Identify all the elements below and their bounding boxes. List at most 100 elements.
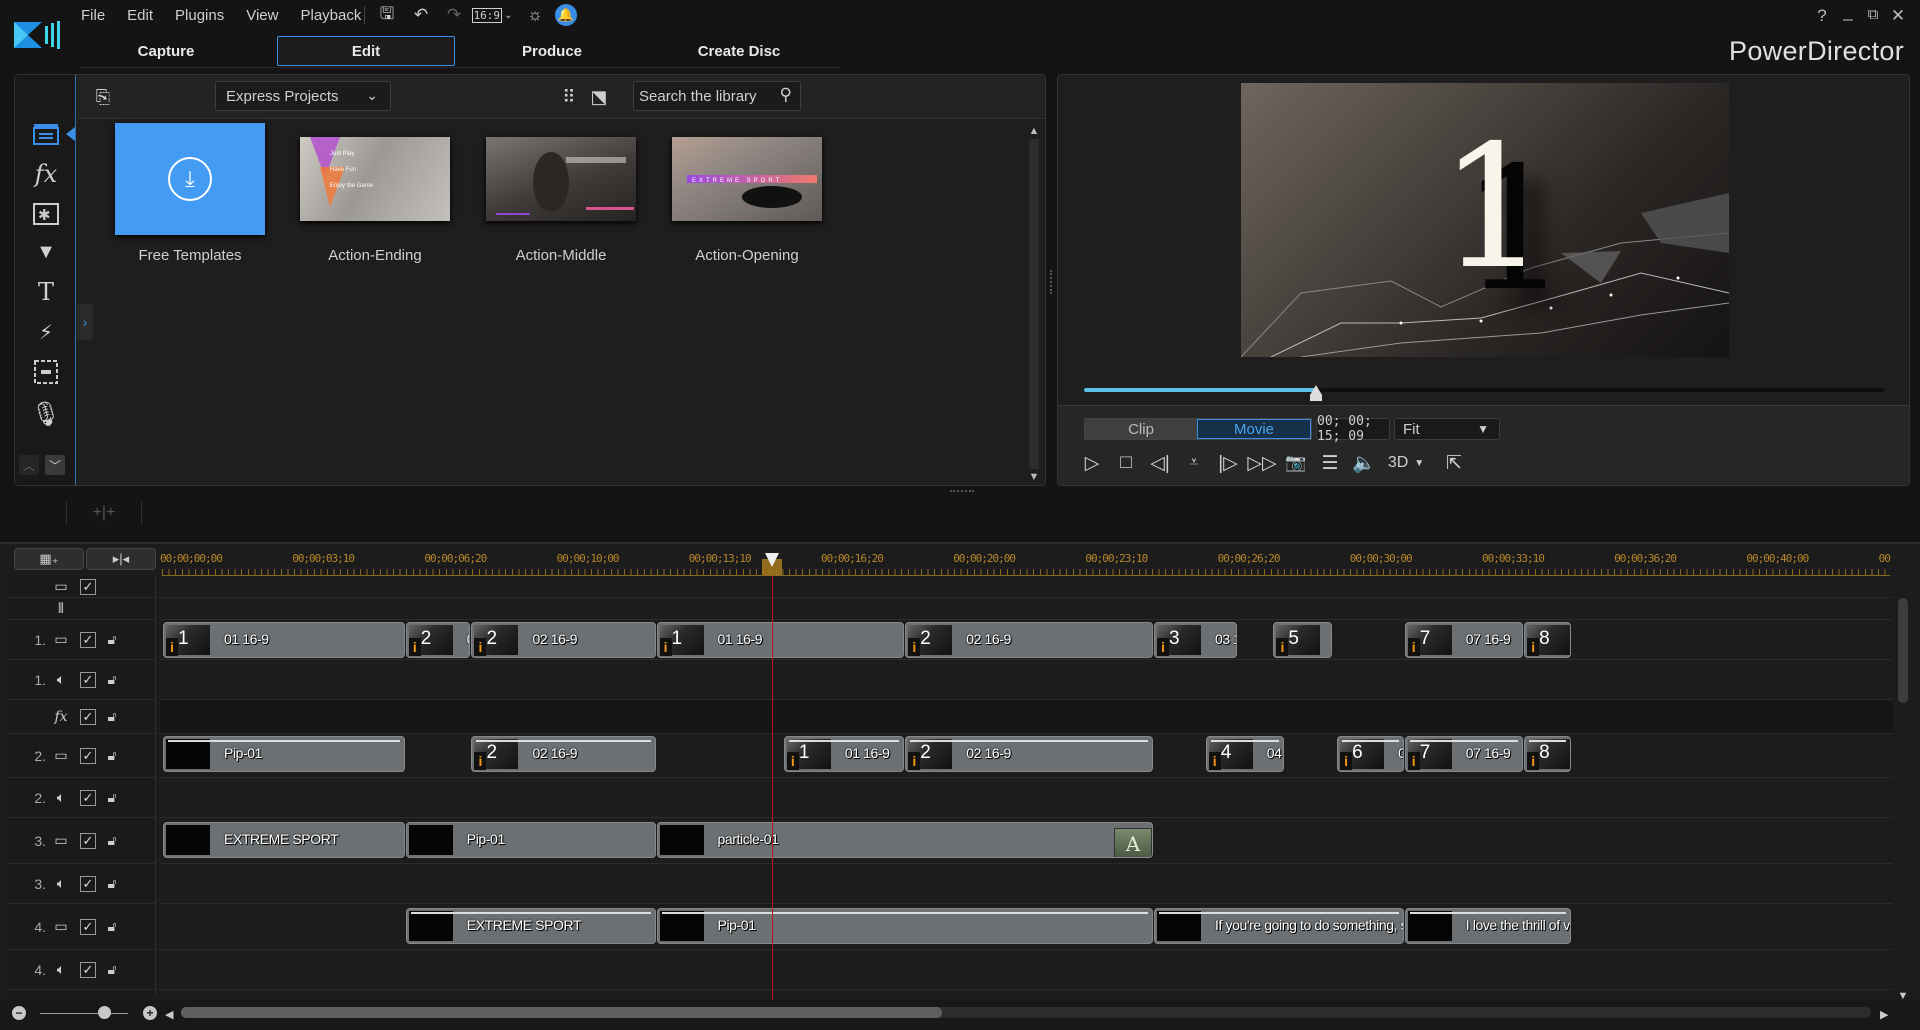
split-marker-icon[interactable]: ⩡ [1180, 451, 1208, 475]
track-manager-button[interactable]: ▦₊ [14, 548, 84, 570]
keyframe-line[interactable] [910, 740, 1149, 742]
keyframe-line[interactable] [1210, 740, 1280, 742]
keyframe-line[interactable] [1159, 912, 1399, 914]
track-enable-checkbox[interactable]: ✓ [80, 747, 96, 764]
aspect-ratio-dropdown[interactable]: 16:9 ⌄ [471, 4, 512, 26]
sort-grid-icon[interactable]: ⠿ [557, 85, 581, 109]
template-action-ending[interactable]: Just Play Have Fun Enjoy the Game Action-E… [300, 137, 450, 287]
zoom-out-button[interactable]: − [12, 1006, 26, 1020]
clip-info-icon[interactable]: i [908, 752, 921, 770]
track-enable-checkbox[interactable]: ✓ [80, 832, 96, 849]
volume-icon[interactable]: 🔈 [1350, 451, 1378, 475]
scroll-right-arrow-icon[interactable]: ▶ [1880, 1008, 1888, 1021]
tab-create-disc[interactable]: Create Disc [650, 36, 828, 66]
preview-zoom-dropdown[interactable]: Fit ▼ [1394, 418, 1500, 440]
menu-edit[interactable]: Edit [127, 7, 153, 24]
track-enable-checkbox[interactable]: ✓ [80, 875, 96, 892]
notification-bell-icon[interactable]: 🔔 [555, 4, 577, 26]
track3-clip[interactable]: particle-01 A [656, 822, 1154, 858]
zoom-in-button[interactable]: + [143, 1006, 157, 1020]
track-lock-icon[interactable]: 🔓︎ [104, 875, 120, 892]
track-lock-icon[interactable]: 🔓︎ [104, 961, 120, 978]
track4-clip[interactable]: Pip-01 [656, 908, 1154, 944]
keyframe-line[interactable] [168, 740, 400, 742]
clip-info-icon[interactable]: i [1157, 638, 1170, 656]
category-dropdown[interactable]: Express Projects ⌄ [215, 81, 391, 111]
clip-info-icon[interactable]: i [474, 638, 487, 656]
timeline-zoom-handle[interactable] [98, 1006, 111, 1019]
previous-frame-icon[interactable]: ◁| [1146, 451, 1174, 475]
template-action-middle[interactable]: Action-Middle [486, 137, 636, 287]
menu-view[interactable]: View [246, 7, 278, 24]
track1-clip[interactable]: 2i02 [405, 622, 471, 658]
save-icon[interactable]: 🖫 [376, 4, 398, 26]
clip-info-icon[interactable]: i [659, 638, 672, 656]
clip-info-icon[interactable]: i [1407, 638, 1420, 656]
track-enable-checkbox[interactable]: ✓ [80, 671, 96, 688]
track2-clip[interactable]: 7 i 07 16-9 [1404, 736, 1524, 772]
menu-file[interactable]: File [81, 7, 105, 24]
track1-clip[interactable]: 8i [1524, 622, 1571, 658]
track1-clip[interactable]: 2 i 02 16-9 [905, 622, 1154, 658]
keyframe-line[interactable] [1342, 740, 1399, 742]
track2-clip[interactable]: 2 i 02 16-9 [905, 736, 1154, 772]
import-media-icon[interactable]: ⎘ [91, 85, 115, 109]
library-search-input[interactable] [639, 87, 769, 105]
track2-clip[interactable]: 4i04 16 [1205, 736, 1285, 772]
track-lock-icon[interactable]: 🔓︎ [104, 832, 120, 849]
pip-objects-icon[interactable]: ✱ [27, 197, 65, 231]
tab-capture[interactable]: Capture [77, 36, 255, 66]
keyframe-line[interactable] [1529, 740, 1566, 742]
track3-clip[interactable]: Pip-01 [405, 822, 656, 858]
track2-clip[interactable]: 1 i 01 16-9 [783, 736, 905, 772]
3d-mode-dropdown[interactable]: 3D ▼ [1384, 451, 1428, 475]
clip-info-icon[interactable]: i [474, 752, 487, 770]
keyframe-line[interactable] [661, 912, 1149, 914]
keyframe-line[interactable] [1409, 912, 1566, 914]
clip-info-icon[interactable]: i [1340, 752, 1353, 770]
stop-icon[interactable]: □ [1112, 451, 1140, 475]
track2-clip[interactable]: 6i06 [1337, 736, 1404, 772]
tab-edit[interactable]: Edit [277, 36, 455, 66]
particle-room-icon[interactable]: ▼ [27, 235, 65, 269]
snapshot-camera-icon[interactable]: 📷 [1282, 451, 1310, 475]
track1-clip[interactable]: 7 i 07 16-9 [1404, 622, 1524, 658]
timeline-hscroll-thumb[interactable] [181, 1007, 942, 1018]
timeline-track-row[interactable] [160, 660, 1893, 700]
track-lock-icon[interactable]: 🔓︎ [104, 631, 120, 648]
track-enable-checkbox[interactable]: ✓ [80, 918, 96, 935]
clip-info-icon[interactable]: i [166, 638, 178, 656]
timeline-vertical-scrollbar[interactable]: ▼ [1897, 598, 1909, 1008]
playhead-handle[interactable] [761, 553, 783, 575]
timeline-vscroll-thumb[interactable] [1898, 598, 1908, 703]
timeline-resize-grip[interactable] [950, 490, 974, 493]
timeline-track-row[interactable] [160, 950, 1893, 990]
timeline-zoom-slider[interactable] [40, 1013, 128, 1014]
restore-button[interactable]: ⧉ [1861, 6, 1885, 23]
menu-plugins[interactable]: Plugins [175, 7, 224, 24]
track-enable-checkbox[interactable]: ✓ [80, 631, 96, 648]
room-scroll-down-button[interactable]: ﹀ [45, 455, 65, 475]
track-lock-icon[interactable]: 🔓︎ [104, 789, 120, 806]
track-fit-tool-icon[interactable]: +|+ [66, 502, 142, 524]
timeline-track-row[interactable] [160, 864, 1893, 904]
track2-clip[interactable]: Pip-01 [163, 736, 405, 772]
minimize-button[interactable]: _ [1836, 2, 1860, 22]
clip-info-icon[interactable]: i [408, 638, 421, 656]
track2-clip[interactable]: 2 i 02 16-9 [471, 736, 656, 772]
track1-clip[interactable]: 5i05 16 [1273, 622, 1333, 658]
clip-info-icon[interactable]: i [1208, 752, 1221, 770]
track-lock-icon[interactable]: 🔓︎ [104, 747, 120, 764]
template-action-opening[interactable]: EXTREME SPORT Action-Opening [672, 137, 822, 287]
track1-clip[interactable]: 3i03 16 [1154, 622, 1237, 658]
clip-info-icon[interactable]: i [1407, 752, 1420, 770]
thumbnail-size-icon[interactable]: ⬔ [587, 85, 611, 109]
clip-info-icon[interactable]: i [1276, 638, 1289, 656]
fx-room-icon[interactable]: fx [27, 157, 65, 191]
redo-icon[interactable]: ↷ [443, 4, 465, 26]
voice-over-mic-icon[interactable]: 🎙 [27, 397, 65, 431]
undock-preview-icon[interactable]: ⇱ [1440, 451, 1468, 475]
scroll-down-arrow-icon[interactable]: ▼ [1028, 471, 1040, 483]
track1-clip[interactable]: 1 i 01 16-9 [163, 622, 405, 658]
library-scroll-track[interactable] [1029, 139, 1039, 469]
